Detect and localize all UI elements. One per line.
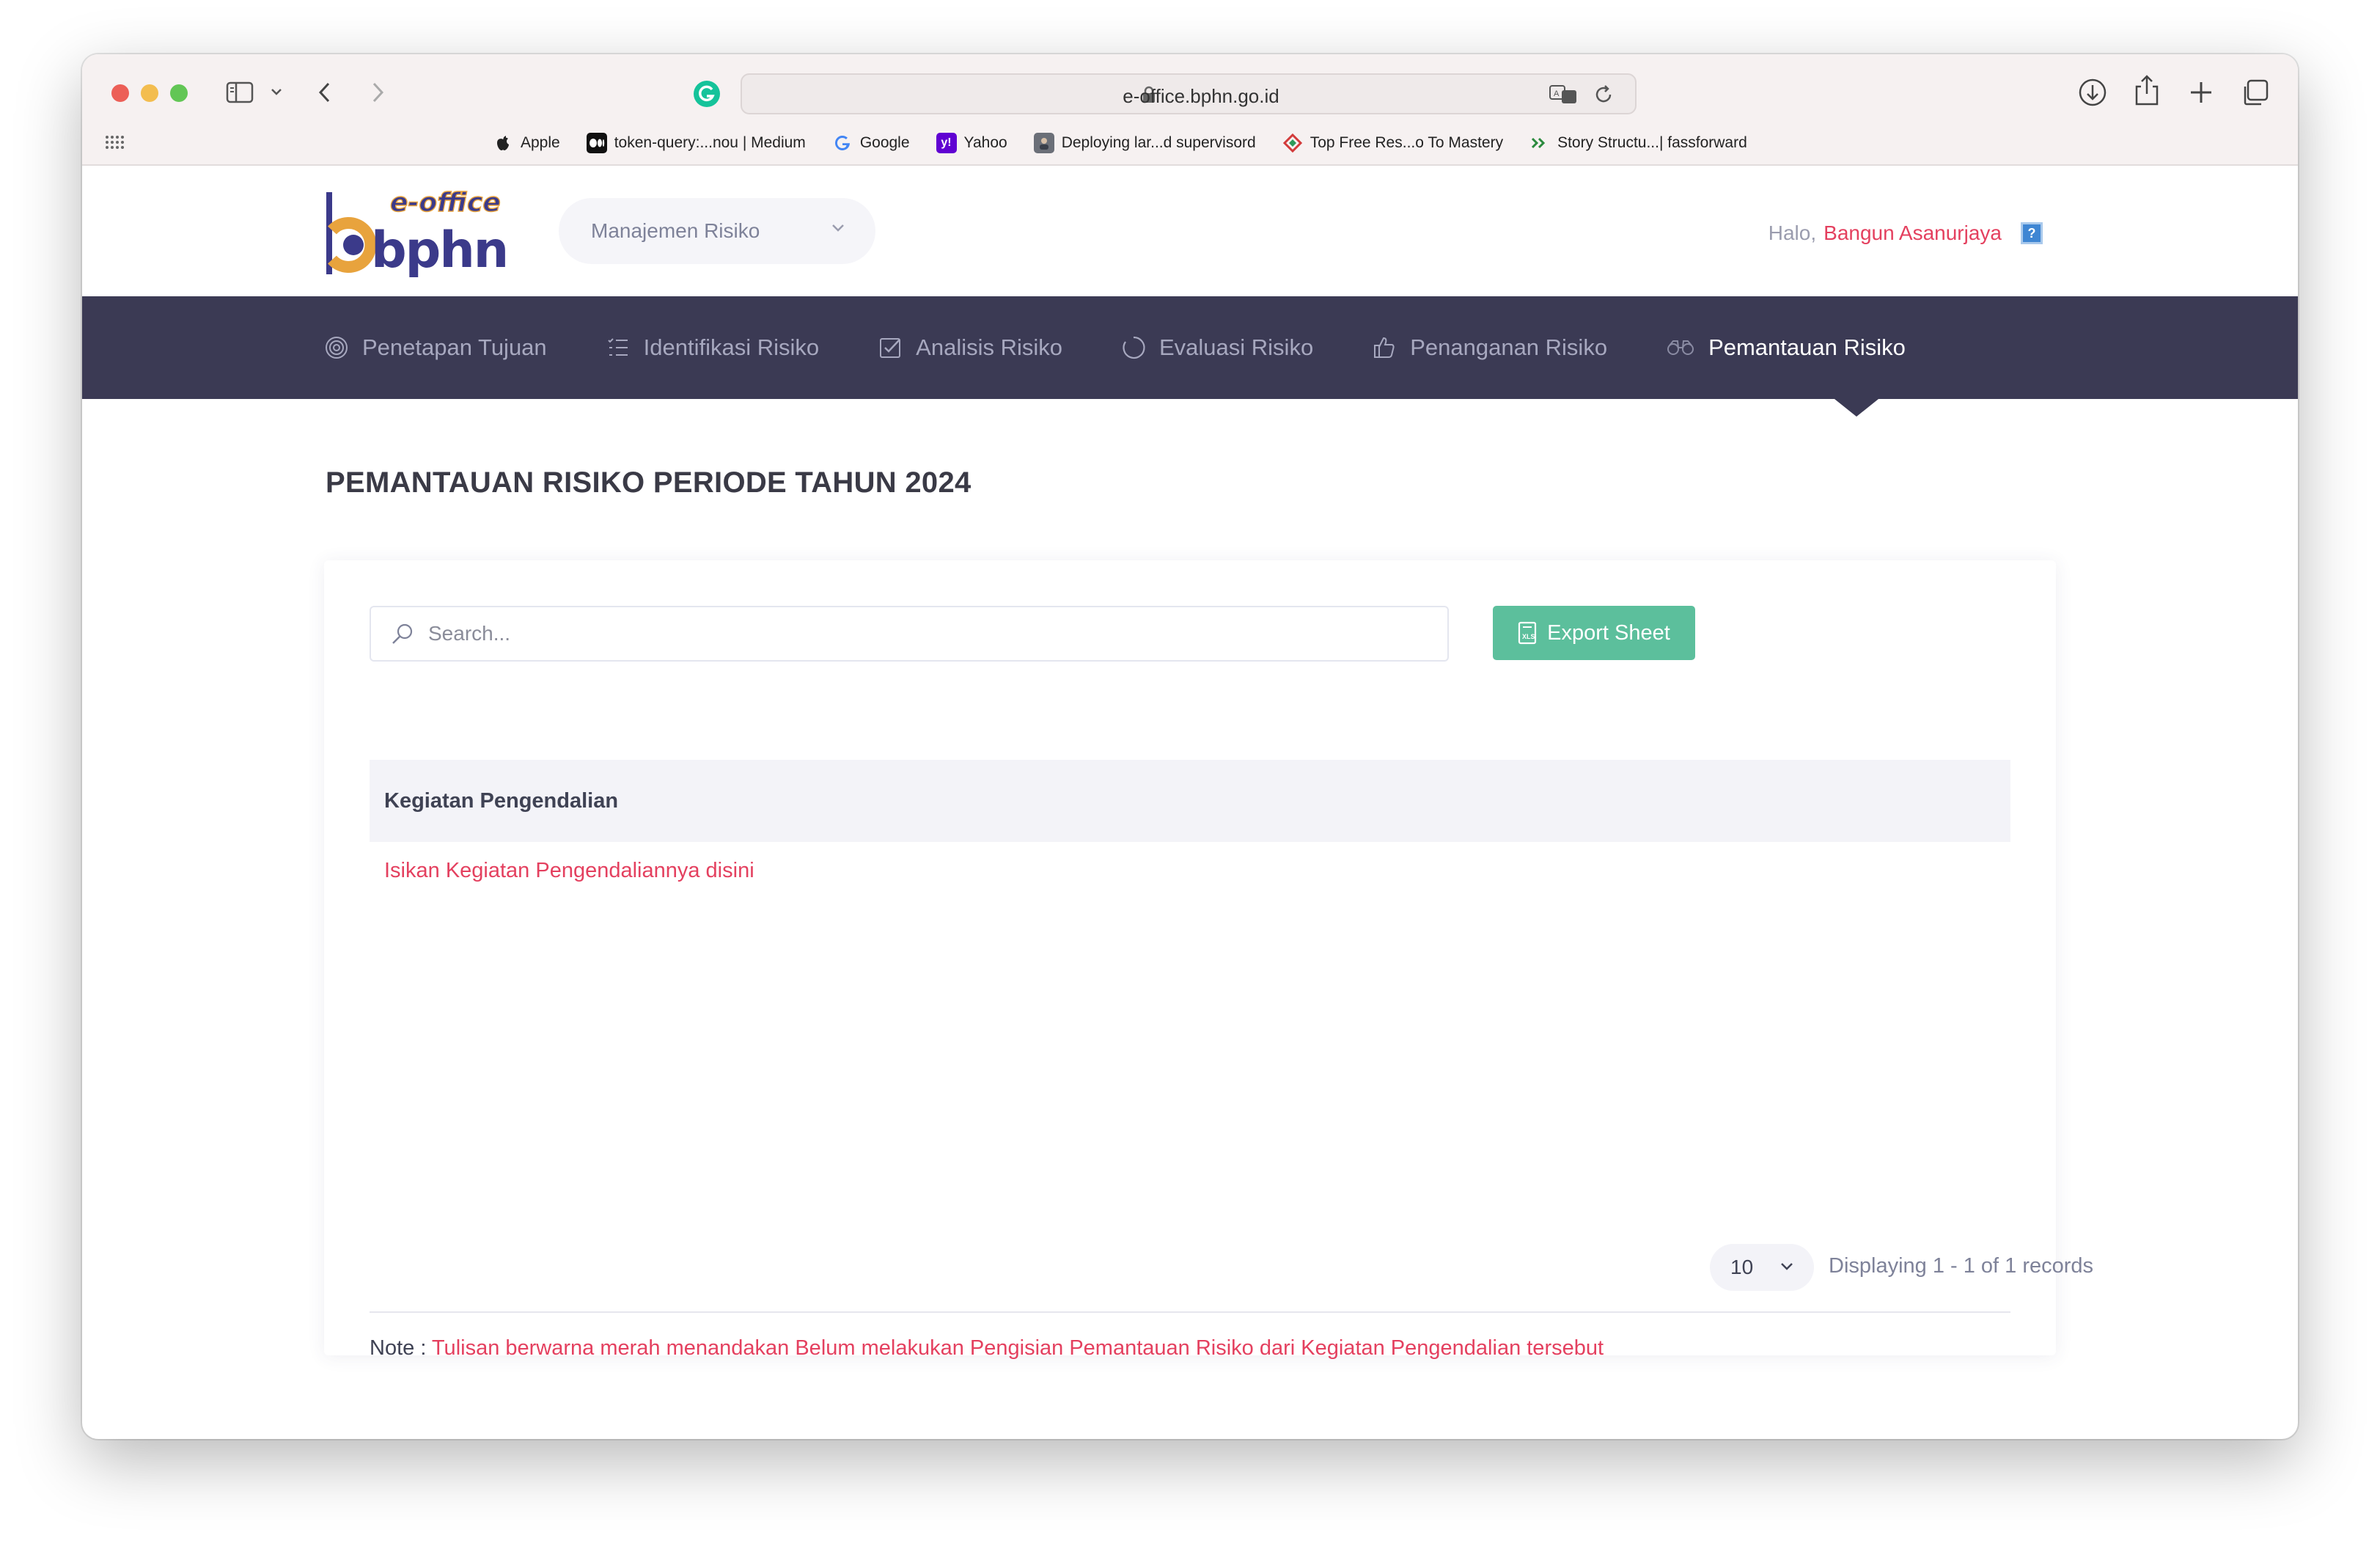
main-nav: Penetapan Tujuan Identifikasi Risiko Ana… [82,296,2298,399]
binoculars-icon [1666,337,1695,359]
nav-label: Identifikasi Risiko [643,334,820,360]
url-text: e-office.bphn.go.id [1123,85,1279,107]
close-window-button[interactable] [111,84,129,102]
bookmark-label: Top Free Res...o To Mastery [1310,134,1504,151]
tab-overview-icon[interactable] [2239,76,2271,109]
apps-grid-icon[interactable] [104,133,125,151]
download-icon[interactable] [2076,76,2109,109]
nav-item-evaluasi-risiko[interactable]: Evaluasi Risiko [1121,334,1313,361]
app-header: e-office bphn Manajemen Risiko Halo, Ban… [82,166,2298,296]
address-bar[interactable]: e-office.bphn.go.id A [741,73,1637,114]
nav-label: Analisis Risiko [916,334,1062,360]
nav-label: Evaluasi Risiko [1159,334,1314,360]
bookmarks-bar: Apple token-query:...nou | Medium Google… [493,131,1747,155]
bookmark-story-structure[interactable]: Story Structu...| fassforward [1529,133,1747,153]
grammarly-icon[interactable] [692,79,721,109]
column-header-kegiatan: Kegiatan Pengendalian [384,788,619,813]
nav-label: Penanganan Risiko [1410,334,1608,360]
svg-text:A: A [1554,89,1560,98]
chevron-down-icon [1779,1261,1795,1272]
bphn-logo[interactable]: e-office bphn [324,185,507,280]
help-icon[interactable]: ? [2021,222,2043,244]
search-input[interactable] [428,607,1440,660]
monitoring-card: XLS Export Sheet Kegiatan Pengendalian I… [324,560,2093,1360]
site-icon [1529,133,1550,153]
svg-text:bphn: bphn [371,221,507,279]
nav-label: Penetapan Tujuan [362,334,547,360]
browser-titlebar: e-office.bphn.go.id A Apple token-query:… [82,54,2298,166]
bookmark-apple[interactable]: Apple [493,133,560,153]
user-greeting: Halo, Bangun Asanurjaya ? [1769,221,2043,245]
divider [370,1311,2010,1313]
page-size-select[interactable]: 10 [1710,1244,1814,1291]
chevron-down-icon[interactable] [270,87,283,97]
checkbox-icon [878,335,903,360]
reload-icon[interactable] [1593,84,1615,106]
table-header: Kegiatan Pengendalian [370,760,2010,842]
svg-text:XLS: XLS [1522,633,1535,640]
page-title: PEMANTAUAN RISIKO PERIODE TAHUN 2024 [326,466,972,499]
bookmark-label: Story Structu...| fassforward [1557,134,1747,151]
share-icon[interactable] [2132,73,2162,107]
minimize-window-button[interactable] [141,84,158,102]
translate-icon[interactable]: A [1549,84,1578,106]
nav-label: Pemantauan Risiko [1708,334,1906,360]
pager-info: Displaying 1 - 1 of 1 records [1829,1254,2094,1278]
bookmark-label: Deploying lar...d supervisord [1061,134,1256,151]
bookmark-label: token-query:...nou | Medium [614,134,806,151]
spreadsheet-icon: XLS [1518,621,1537,645]
bookmark-medium[interactable]: token-query:...nou | Medium [586,133,806,153]
nav-item-pemantauan-risiko[interactable]: Pemantauan Risiko [1666,334,1906,361]
bookmark-label: Yahoo [963,134,1007,151]
module-select-value: Manajemen Risiko [591,219,760,242]
bookmark-google[interactable]: Google [832,133,910,153]
search-icon [390,622,415,647]
back-icon[interactable] [317,79,333,106]
note-text: Tulisan berwarna merah menandakan Belum … [431,1336,1604,1360]
export-sheet-button[interactable]: XLS Export Sheet [1493,606,1695,660]
search-box[interactable] [370,606,1449,662]
new-tab-icon[interactable] [2186,78,2216,107]
active-nav-pointer [1834,399,1878,417]
module-select[interactable]: Manajemen Risiko [559,198,875,264]
greeting-label: Halo, [1768,221,1817,244]
page-size-value: 10 [1730,1256,1754,1278]
site-icon [1282,133,1303,153]
bookmark-deploying[interactable]: Deploying lar...d supervisord [1033,133,1256,153]
apple-icon [493,133,513,153]
table-row[interactable]: Isikan Kegiatan Pengendaliannya disini [370,842,2010,899]
browser-window: e-office.bphn.go.id A Apple token-query:… [82,54,2298,1439]
note: Note : Tulisan berwarna merah menandakan… [370,1336,1604,1361]
nav-item-penanganan-risiko[interactable]: Penanganan Risiko [1372,334,1607,361]
forward-icon[interactable] [370,79,386,106]
nav-item-identifikasi-risiko[interactable]: Identifikasi Risiko [606,334,819,361]
note-label: Note : [370,1336,427,1360]
medium-icon [586,133,607,153]
chevron-down-icon [830,223,846,233]
user-name-link[interactable]: Bangun Asanurjaya [1823,221,2002,245]
list-icon [606,335,631,360]
circle-icon [1121,335,1146,360]
maximize-window-button[interactable] [170,84,188,102]
bookmark-label: Apple [521,134,560,151]
google-icon [832,133,853,153]
export-button-label: Export Sheet [1547,620,1670,645]
sidebar-toggle-icon[interactable] [226,81,255,104]
bookmark-top-free[interactable]: Top Free Res...o To Mastery [1282,133,1503,153]
thumbs-up-icon [1372,335,1397,360]
nav-item-penetapan-tujuan[interactable]: Penetapan Tujuan [324,334,547,361]
site-icon [1033,133,1054,153]
yahoo-icon: y! [936,133,957,153]
svg-text:e-office: e-office [390,188,501,218]
nav-item-analisis-risiko[interactable]: Analisis Risiko [878,334,1062,361]
bookmark-yahoo[interactable]: y! Yahoo [936,133,1007,153]
bookmark-label: Google [859,134,910,151]
kegiatan-link[interactable]: Isikan Kegiatan Pengendaliannya disini [384,859,754,883]
target-icon [324,335,349,360]
